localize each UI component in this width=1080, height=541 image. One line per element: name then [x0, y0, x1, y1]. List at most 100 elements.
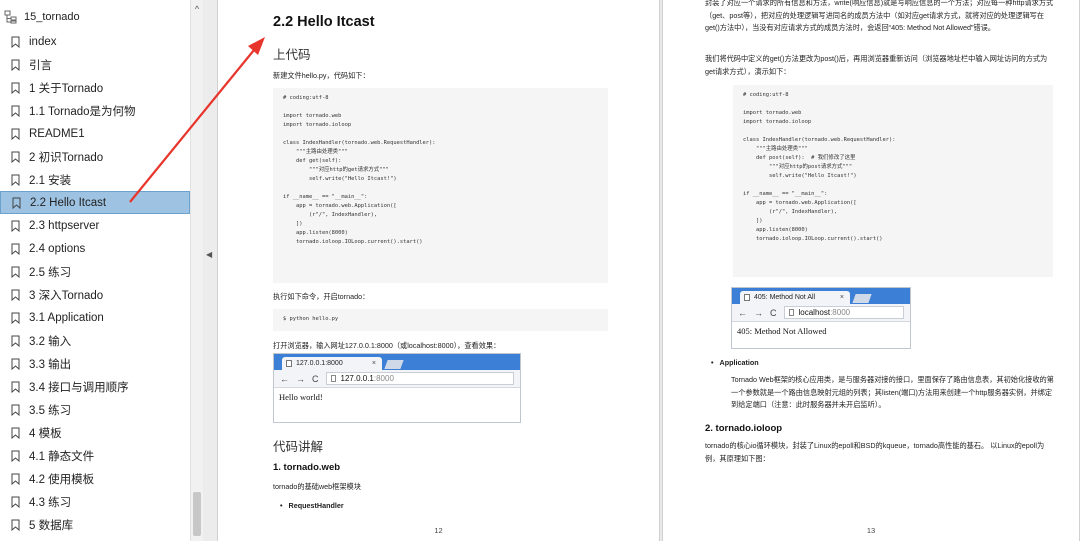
browser-screenshot-405: 405: Method Not All × ← → C localhost:80…: [731, 287, 911, 349]
page-icon: [788, 309, 794, 316]
bookmark-item[interactable]: 2 初识Tornado: [0, 145, 190, 168]
back-icon: ←: [738, 307, 747, 318]
bookmark-item[interactable]: 2.1 安装: [0, 168, 190, 191]
intro-text: 新建文件hello.py，代码如下：: [273, 71, 370, 80]
bookmark-icon: [11, 220, 20, 232]
bookmark-item-label: 2.5 练习: [29, 266, 72, 279]
browser-toolbar: ← → C 127.0.0.1:8000: [274, 370, 520, 388]
bookmark-item[interactable]: 3.5 练习: [0, 398, 190, 421]
bookmark-icon: [11, 519, 20, 531]
bookmark-item-label: 2.2 Hello Itcast: [30, 196, 107, 209]
bookmark-item-label: 4.3 练习: [29, 496, 72, 509]
bookmark-item[interactable]: README1: [0, 122, 190, 145]
bookmark-item-label: 3.4 接口与调用顺序: [29, 381, 129, 394]
reload-icon: C: [312, 373, 319, 384]
bookmark-icon: [11, 59, 20, 71]
section-title-code: 上代码: [273, 48, 311, 62]
code-block-post: # coding:utf-8 import tornado.web import…: [733, 85, 1053, 277]
bookmark-item-label: 2.3 httpserver: [29, 219, 100, 232]
ioloop-text: tornado的核心io循环模块，封装了Linux的epoll和BSD的kque…: [705, 441, 1045, 463]
bookmark-item[interactable]: 2.2 Hello Itcast: [0, 191, 190, 214]
bookmark-item-label: README1: [29, 127, 85, 140]
scroll-up-icon[interactable]: ^: [192, 4, 202, 14]
post-change-text: 我们将代码中定义的get()方法更改为post()后，再用浏览器重新访问（浏览器…: [705, 54, 1048, 76]
code-block-command: $ python hello.py: [273, 309, 608, 331]
bookmark-item[interactable]: 3.2 输入: [0, 329, 190, 352]
bookmark-icon: [11, 450, 20, 462]
bookmark-root-label: 15_tornado: [24, 11, 80, 23]
subsection-tornado-web: 1. tornado.web: [273, 462, 341, 473]
bookmark-item[interactable]: 3 深入Tornado: [0, 283, 190, 306]
bookmark-root[interactable]: 15_tornado: [0, 6, 190, 28]
address-bar: 127.0.0.1:8000: [325, 372, 514, 385]
requesthandler-text: 封装了对应一个请求的所有信息和方法，write(响应信息)就是写响应信息的一个方…: [705, 0, 1054, 32]
bookmark-icon: [11, 335, 20, 347]
bookmark-item[interactable]: 3.1 Application: [0, 306, 190, 329]
bookmark-item[interactable]: 3.4 接口与调用顺序: [0, 375, 190, 398]
bookmark-item[interactable]: 2.5 练习: [0, 260, 190, 283]
close-icon: ×: [839, 294, 844, 301]
page-icon: [330, 375, 336, 382]
pdf-page-13: 封装了对应一个请求的所有信息和方法，write(响应信息)就是写响应信息的一个方…: [662, 0, 1080, 541]
bookmark-item-label: 4.2 使用模板: [29, 473, 95, 486]
close-icon: ×: [371, 360, 376, 367]
back-icon: ←: [280, 373, 289, 384]
new-tab-icon: [852, 294, 872, 303]
bookmark-icon: [11, 381, 20, 393]
reload-icon: C: [770, 307, 777, 318]
bookmark-tree-icon: [4, 10, 17, 24]
browser-tab: 127.0.0.1:8000 ×: [282, 357, 382, 370]
bullet-application: Application: [711, 358, 759, 367]
panel-splitter[interactable]: ◀: [203, 0, 217, 541]
bookmark-item-label: 2.4 options: [29, 242, 86, 255]
open-browser-text: 打开浏览器，输入网址127.0.0.1:8000（或localhost:8000…: [273, 341, 501, 350]
bookmark-icon: [11, 496, 20, 508]
browser-content: 405: Method Not Allowed: [737, 326, 827, 336]
bookmark-icon: [11, 266, 20, 278]
bookmark-item[interactable]: 2.3 httpserver: [0, 214, 190, 237]
bookmark-icon: [11, 358, 20, 370]
bookmark-icon: [11, 174, 20, 186]
bookmark-item-label: 3.2 输入: [29, 335, 72, 348]
browser-tab: 405: Method Not All ×: [740, 291, 850, 304]
bookmark-item[interactable]: 1.1 Tornado是为何物: [0, 99, 190, 122]
bookmark-item-label: 5 数据库: [29, 519, 74, 532]
code-block-hello: # coding:utf-8 import tornado.web import…: [273, 88, 608, 283]
collapse-arrow-icon[interactable]: ◀: [206, 250, 214, 260]
page-icon: [286, 360, 292, 367]
bookmark-item-label: 1 关于Tornado: [29, 82, 104, 95]
bookmark-icon: [11, 289, 20, 301]
forward-icon: →: [296, 373, 305, 384]
bookmark-item-label: 3.3 输出: [29, 358, 72, 371]
bookmark-item[interactable]: 1 关于Tornado: [0, 76, 190, 99]
bookmark-icon: [11, 404, 20, 416]
sidebar-scrollbar[interactable]: ^: [190, 0, 203, 541]
bookmark-item[interactable]: 4.1 静态文件: [0, 444, 190, 467]
bullet-requesthandler: RequestHandler: [280, 501, 344, 510]
bookmark-item-label: index: [29, 35, 57, 48]
bookmark-item[interactable]: index: [0, 30, 190, 53]
bookmark-item[interactable]: 2.4 options: [0, 237, 190, 260]
bookmark-item[interactable]: 3.3 输出: [0, 352, 190, 375]
application-text: Tornado Web框架的核心应用类，是与服务器对接的接口，里面保存了路由信息…: [731, 375, 1054, 409]
tornado-web-text: tornado的基础web框架模块: [273, 482, 361, 491]
bookmark-item-label: 4.1 静态文件: [29, 450, 95, 463]
bookmark-item[interactable]: 4.3 练习: [0, 490, 190, 513]
bookmark-item-label: 2 初识Tornado: [29, 151, 104, 164]
bookmark-item[interactable]: 引言: [0, 53, 190, 76]
bookmark-list: index 引言 1 关于Tornado 1.1 Tornado是为何物 README1…: [0, 30, 190, 536]
bookmark-item-label: 2.1 安装: [29, 174, 72, 187]
scrollbar-thumb[interactable]: [193, 492, 201, 536]
bookmark-item[interactable]: 5 数据库: [0, 513, 190, 536]
run-command-text: 执行如下命令，开启tornado：: [273, 292, 370, 301]
bookmark-icon: [11, 151, 20, 163]
bookmarks-sidebar: 15_tornado index 引言 1 关于Tornado 1.1 Tornado…: [0, 0, 203, 541]
bookmark-icon: [11, 105, 20, 117]
bookmark-item[interactable]: 4.2 使用模板: [0, 467, 190, 490]
bookmark-item-label: 引言: [29, 59, 52, 72]
browser-screenshot-hello: 127.0.0.1:8000 × ← → C 127.0.0.1:8000 He…: [273, 353, 521, 423]
bookmark-icon: [11, 427, 20, 439]
bookmark-item[interactable]: 4 模板: [0, 421, 190, 444]
browser-toolbar: ← → C localhost:8000: [732, 304, 910, 322]
pdf-viewer: 15_tornado index 引言 1 关于Tornado 1.1 Tornado…: [0, 0, 1080, 541]
